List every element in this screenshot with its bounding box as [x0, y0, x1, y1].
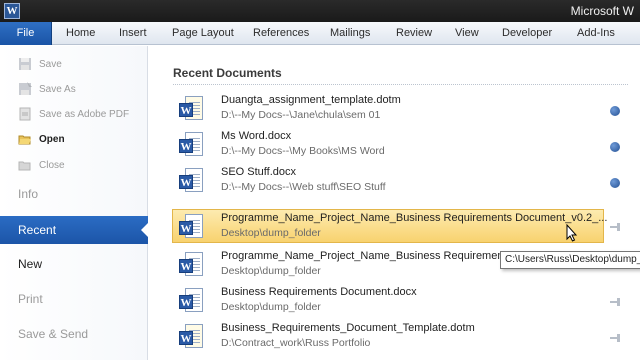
tab-file[interactable]: File: [0, 22, 52, 45]
path-tooltip: C:\Users\Russ\Desktop\dump_folder: [500, 251, 640, 269]
document-name: Programme_Name_Project_Name_Business Req…: [221, 250, 513, 262]
pinned-pin-icon[interactable]: [610, 106, 620, 116]
nav-save-pdf[interactable]: Save as Adobe PDF: [18, 105, 129, 123]
document-path: D:\--My Docs--\Web stuff\SEO Stuff: [221, 181, 386, 193]
tab-home[interactable]: Home: [66, 22, 95, 45]
tab-view[interactable]: View: [455, 22, 479, 45]
nav-new[interactable]: New: [0, 250, 148, 278]
close-document-icon: [18, 158, 32, 172]
recent-document-item-hovered[interactable]: W Programme_Name_Project_Name_Business R…: [172, 209, 608, 243]
tab-add-ins[interactable]: Add-Ins: [577, 22, 615, 45]
document-name: Business_Requirements_Document_Template.…: [221, 322, 475, 334]
tab-references[interactable]: References: [253, 22, 309, 45]
recent-document-item[interactable]: W Business Requirements Document.docx De…: [173, 284, 603, 318]
ribbon-tabs: File Home Insert Page Layout References …: [0, 22, 640, 45]
document-name: Ms Word.docx: [221, 130, 292, 142]
document-path: D:\--My Docs--\My Books\MS Word: [221, 145, 385, 157]
tab-review[interactable]: Review: [396, 22, 432, 45]
nav-recent[interactable]: Recent: [0, 216, 149, 244]
document-name: SEO Stuff.docx: [221, 166, 297, 178]
recent-document-item[interactable]: W Business_Requirements_Document_Templat…: [173, 320, 603, 354]
nav-open-label: Open: [39, 133, 65, 145]
selection-arrow-icon: [141, 222, 149, 238]
backstage-nav: Save Save As Save as Adobe PDF Open Clos…: [0, 46, 149, 360]
recent-document-item[interactable]: W SEO Stuff.docx D:\--My Docs--\Web stuf…: [173, 164, 603, 198]
word-logo-icon[interactable]: W: [4, 3, 20, 19]
nav-open[interactable]: Open: [18, 130, 65, 148]
document-name: Business Requirements Document.docx: [221, 286, 417, 298]
floppy-disk-icon: [18, 57, 32, 71]
nav-close[interactable]: Close: [18, 156, 65, 174]
unpinned-pin-icon[interactable]: [610, 222, 620, 232]
word-document-icon: W: [179, 252, 205, 278]
mouse-cursor-icon: [566, 224, 578, 242]
nav-save-label: Save: [39, 58, 62, 70]
tab-page-layout[interactable]: Page Layout: [172, 22, 234, 45]
save-as-icon: [18, 82, 32, 96]
nav-save-as[interactable]: Save As: [18, 80, 76, 98]
document-name: Programme_Name_Project_Name_Business Req…: [221, 212, 608, 224]
document-name: Duangta_assignment_template.dotm: [221, 94, 401, 106]
recent-documents-panel: Recent Documents W Duangta_assignment_te…: [149, 46, 640, 360]
pinned-pin-icon[interactable]: [610, 178, 620, 188]
nav-recent-label: Recent: [18, 223, 57, 237]
word-template-icon: W: [179, 324, 205, 350]
window-title: Microsoft W: [570, 4, 634, 18]
nav-info[interactable]: Info: [0, 180, 148, 208]
nav-print[interactable]: Print: [0, 285, 148, 313]
pinned-pin-icon[interactable]: [610, 142, 620, 152]
nav-save-send[interactable]: Save & Send: [0, 320, 148, 348]
recent-document-item[interactable]: W Ms Word.docx D:\--My Docs--\My Books\M…: [173, 128, 603, 162]
open-folder-icon: [18, 132, 32, 146]
unpinned-pin-icon[interactable]: [610, 297, 620, 307]
nav-save[interactable]: Save: [18, 55, 62, 73]
tab-mailings[interactable]: Mailings: [330, 22, 370, 45]
word-template-icon: W: [179, 96, 205, 122]
document-path: Desktop\dump_folder: [221, 301, 321, 313]
word-document-icon: W: [179, 132, 205, 158]
word-document-icon: W: [179, 288, 205, 314]
nav-close-label: Close: [39, 159, 65, 171]
document-path: D:\Contract_work\Russ Portfolio: [221, 337, 371, 349]
tab-insert[interactable]: Insert: [119, 22, 147, 45]
section-title: Recent Documents: [173, 66, 282, 80]
document-path: Desktop\dump_folder: [221, 227, 321, 239]
unpinned-pin-icon[interactable]: [610, 333, 620, 343]
nav-save-pdf-label: Save as Adobe PDF: [39, 108, 130, 120]
pdf-icon: [18, 107, 32, 121]
word-document-icon: W: [179, 168, 205, 194]
document-path: Desktop\dump_folder: [221, 265, 321, 277]
tab-developer[interactable]: Developer: [502, 22, 552, 45]
nav-save-as-label: Save As: [39, 83, 76, 95]
document-path: D:\--My Docs--\Jane\chula\sem 01: [221, 109, 381, 121]
recent-document-item[interactable]: W Duangta_assignment_template.dotm D:\--…: [173, 92, 603, 126]
word-document-icon: W: [179, 214, 205, 240]
title-bar: W Microsoft W: [0, 0, 640, 22]
section-divider: [173, 84, 628, 85]
